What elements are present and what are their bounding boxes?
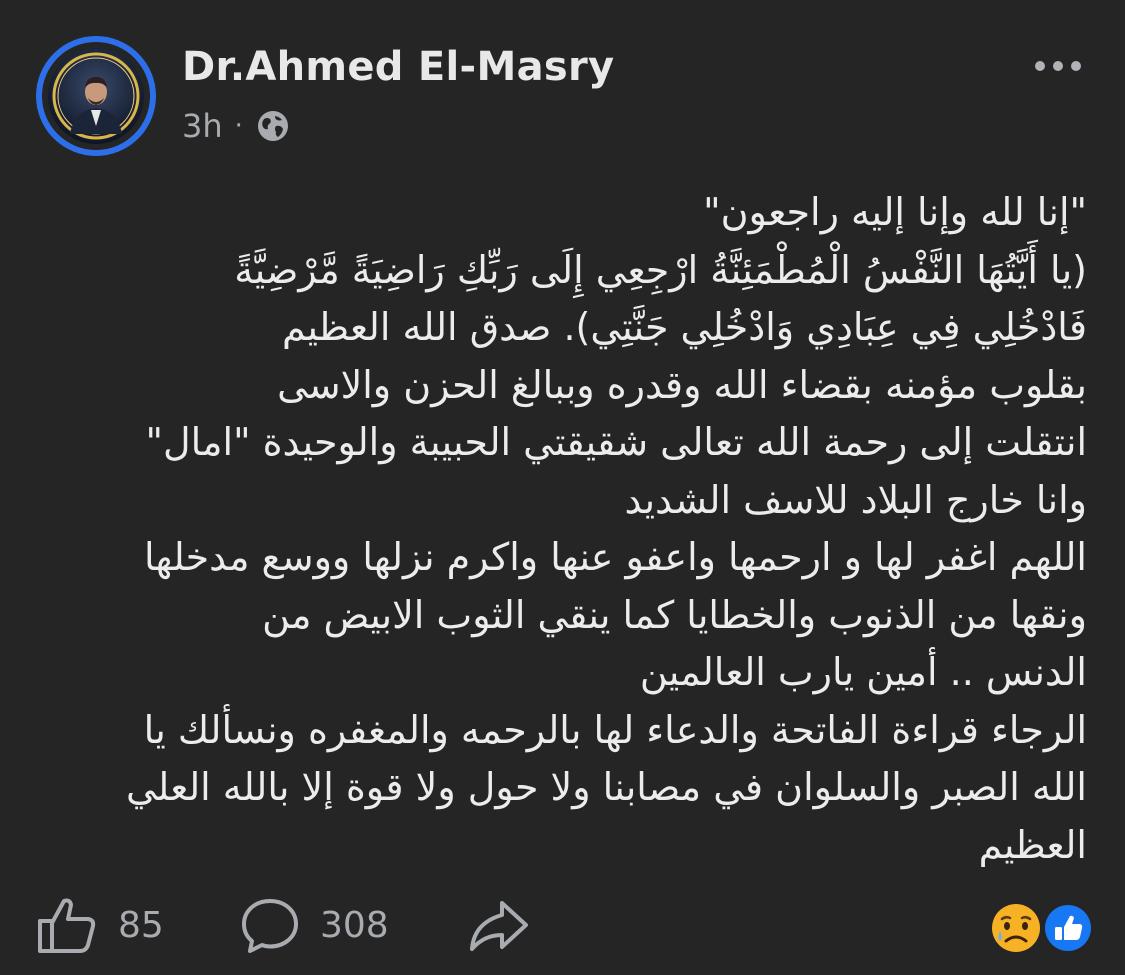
thumbs-up-icon <box>36 895 98 955</box>
like-count: 85 <box>118 904 164 946</box>
post-line: ونقها من الذنوب والخطايا كما ينقي الثوب … <box>262 592 1087 637</box>
avatar[interactable] <box>36 36 156 156</box>
post-line: العظيم <box>978 822 1087 867</box>
post-line: الرجاء قراءة الفاتحة والدعاء لها بالرحمه… <box>143 707 1087 752</box>
post-card: Dr.Ahmed El-Masry 3h · "إنا لله وإنا إلي… <box>0 0 1125 975</box>
post-line: اللهم اغفر لها و ارحمها واعفو عنها واكرم… <box>143 535 1087 579</box>
post-timestamp[interactable]: 3h <box>182 107 223 145</box>
comment-button[interactable]: 308 <box>240 892 389 958</box>
post-line: "إنا لله وإنا إليه راجعون" <box>703 190 1087 234</box>
more-options-icon[interactable] <box>1030 52 1086 80</box>
comment-bubble-icon <box>240 895 300 955</box>
author-name[interactable]: Dr.Ahmed El-Masry <box>182 44 614 90</box>
post-line: فَادْخُلِي فِي عِبَادِي وَادْخُلِي جَنَّ… <box>282 305 1087 349</box>
meta-separator: · <box>234 111 243 141</box>
post-meta: 3h · <box>182 104 291 148</box>
like-reaction-icon <box>1043 903 1093 953</box>
post-line: الله الصبر والسلوان في مصابنا ولا حول ول… <box>125 765 1087 809</box>
post-line: بقلوب مؤمنه بقضاء الله وقدره وببالغ الحز… <box>277 362 1087 407</box>
share-arrow-icon <box>466 895 530 955</box>
like-button[interactable]: 85 <box>36 892 164 958</box>
post-line: الدنس .. أمين يارب العالمين <box>639 650 1087 694</box>
sad-face-icon <box>992 904 1040 952</box>
comment-count: 308 <box>320 904 389 946</box>
avatar-photo <box>48 48 144 144</box>
globe-icon[interactable] <box>255 108 291 144</box>
post-text: "إنا لله وإنا إليه راجعون" (يا أَيَّتُهَ… <box>40 184 1087 874</box>
post-line: (يا أَيَّتُهَا النَّفْسُ الْمُطْمَئِنَّة… <box>234 247 1087 292</box>
post-line: وانا خارج البلاد للاسف الشديد <box>624 477 1087 522</box>
reaction-summary[interactable] <box>988 900 1098 956</box>
post-line: انتقلت إلى رحمة الله تعالى شقيقتي الحبيب… <box>145 420 1087 464</box>
share-button[interactable] <box>466 892 530 958</box>
